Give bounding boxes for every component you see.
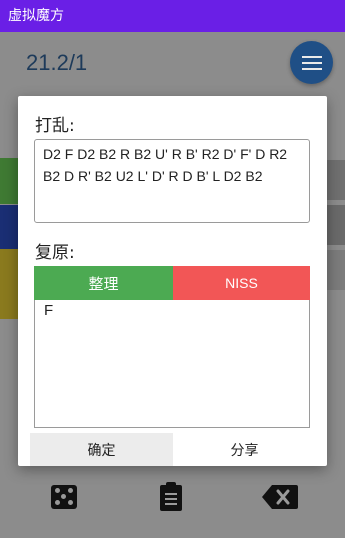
cube-face-right-1 [327, 160, 345, 200]
ratio-display: 21.2/1 [26, 50, 88, 75]
cube-face-blue [0, 205, 18, 249]
share-button[interactable]: 分享 [173, 433, 316, 466]
menu-icon [301, 55, 322, 70]
organize-button[interactable]: 整理 [34, 266, 173, 300]
scramble-field[interactable]: D2 F D2 B2 R B2 U' R B' R2 D' F' D R2 B2… [34, 139, 310, 223]
clipboard-icon[interactable] [160, 482, 182, 511]
niss-button[interactable]: NISS [173, 266, 310, 300]
cube-face-green [0, 158, 18, 204]
solve-input[interactable]: F [34, 300, 310, 428]
app-title-bar: 虚拟魔方 [0, 0, 345, 32]
solve-label: 复原: [35, 243, 75, 263]
cube-face-right-2 [327, 205, 345, 245]
dice-icon[interactable] [51, 485, 77, 509]
app-title: 虚拟魔方 [8, 8, 64, 24]
backspace-icon[interactable] [262, 485, 298, 509]
confirm-button[interactable]: 确定 [30, 433, 173, 466]
solve-dialog: 打乱: D2 F D2 B2 R B2 U' R B' R2 D' F' D R… [18, 96, 327, 466]
cube-face-right-3 [327, 250, 345, 290]
scramble-label: 打乱: [35, 116, 75, 136]
menu-button[interactable] [290, 41, 333, 84]
cube-face-yellow [0, 249, 18, 319]
